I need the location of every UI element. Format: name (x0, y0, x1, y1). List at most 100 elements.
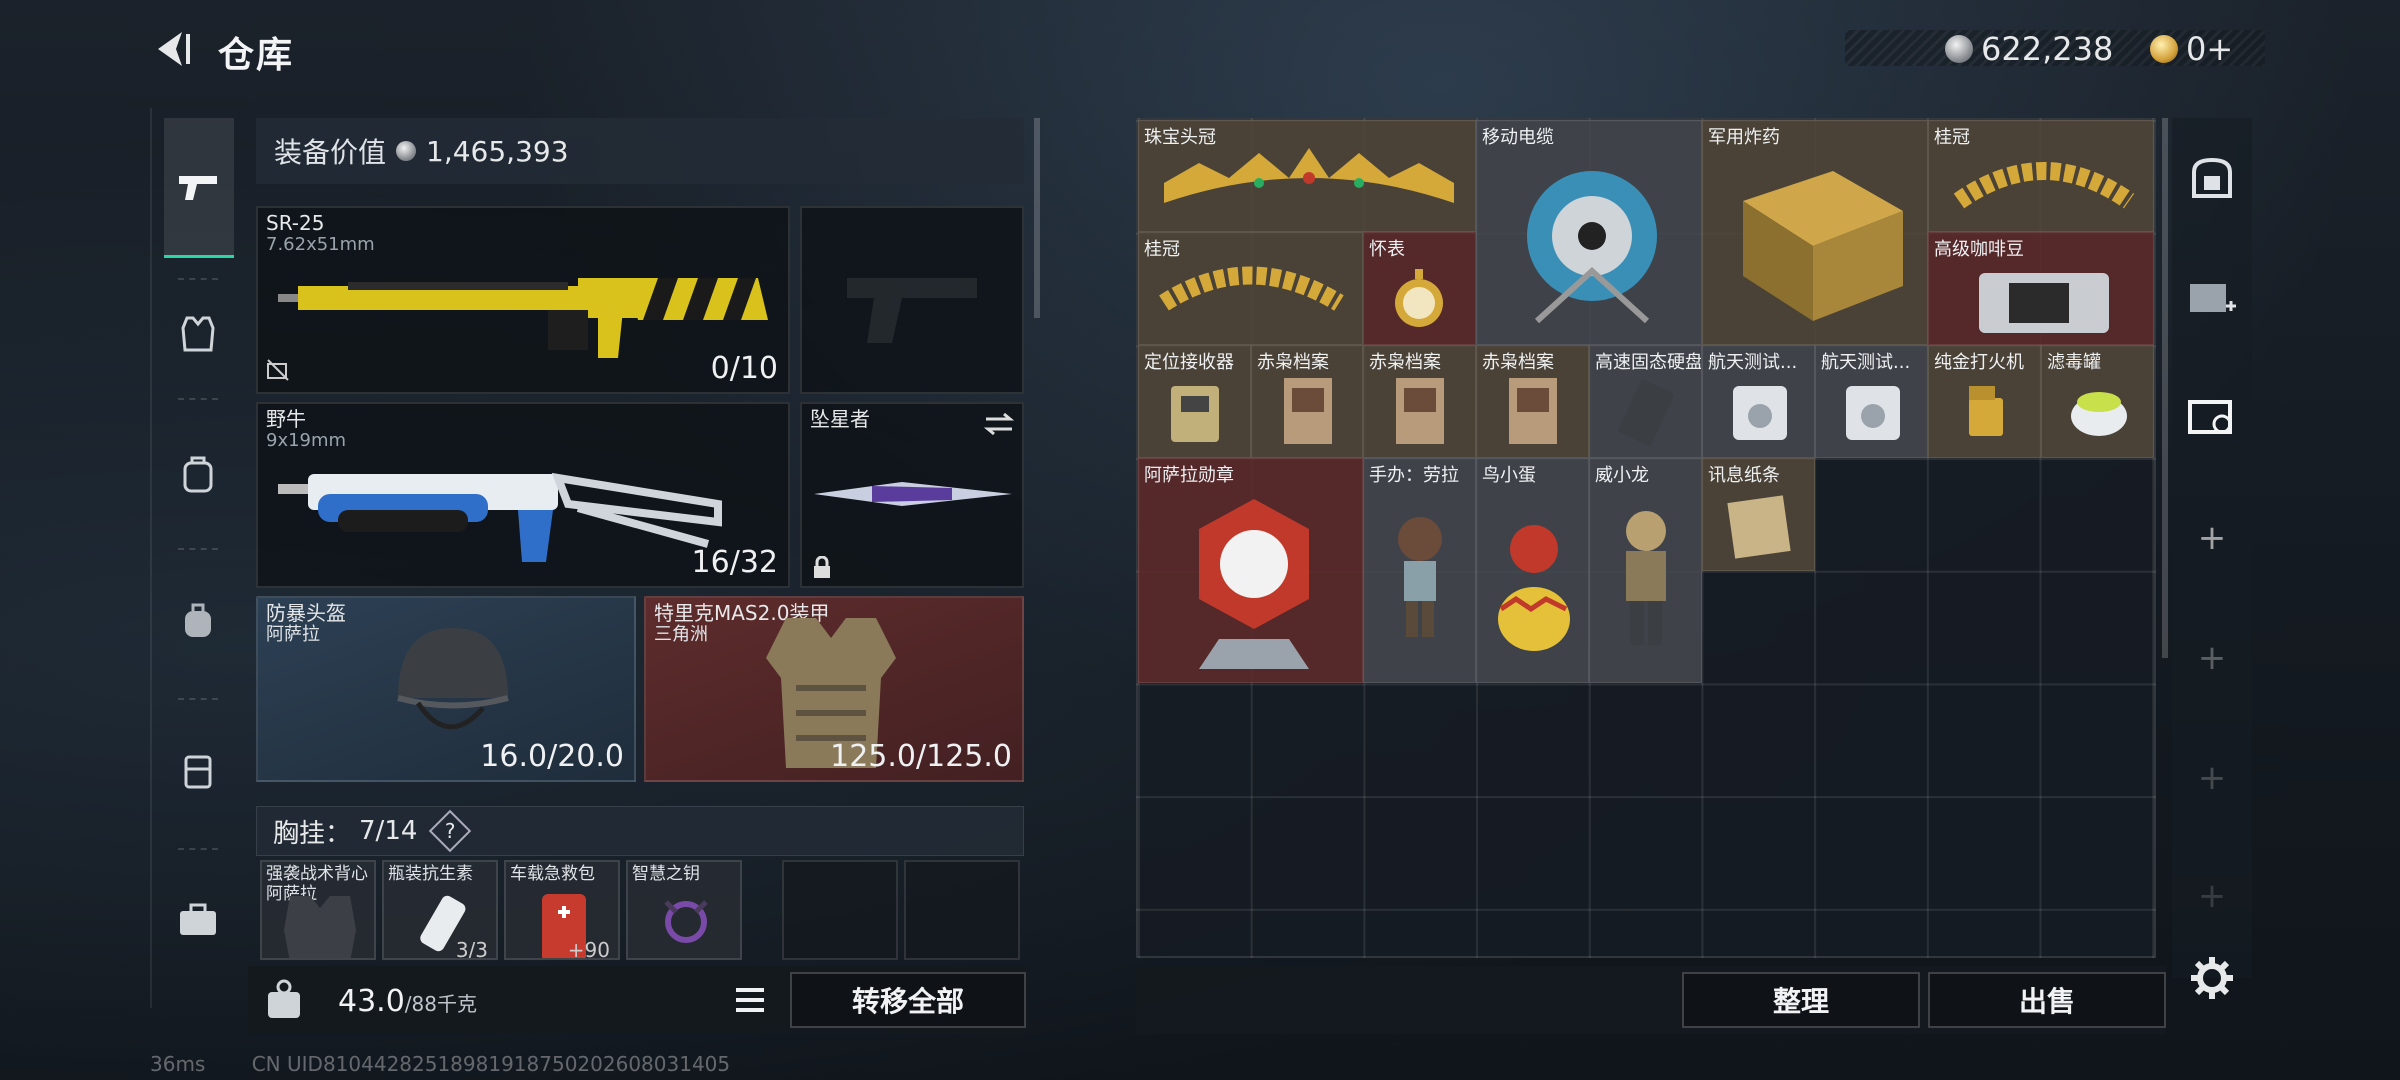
storage-item[interactable]: 珠宝头冠 (1138, 120, 1476, 232)
rig-item-wisdom-key[interactable]: 智慧之钥 (626, 860, 742, 960)
chest-rig-capacity: 7/14 (359, 816, 418, 846)
nav-weapons[interactable] (164, 118, 234, 258)
add-tab-plus-icon[interactable]: + (2180, 506, 2244, 570)
case-search-icon (2188, 400, 2232, 434)
figure-wei-xiaolong-image (1626, 511, 1666, 645)
ssd-image (1618, 379, 1674, 446)
user-id: CN UID8104428251898191875020260803140​5 (251, 1052, 731, 1076)
silver-coin-icon (1945, 35, 1973, 63)
equipment-value: 1,465,393 (426, 134, 569, 168)
storage-item[interactable]: 滤毒罐 (2041, 345, 2154, 458)
key-icon (664, 900, 708, 943)
pouch-icon (185, 603, 211, 637)
silver-coin-icon (396, 141, 417, 161)
storage-item[interactable]: 威小龙 (1589, 458, 1702, 683)
locator-receiver-image (1171, 386, 1219, 442)
primary-weapon-ammo-count: 0/10 (710, 351, 778, 386)
add-tab-plus-icon[interactable]: + (2180, 864, 2244, 928)
dossier-image (1396, 378, 1444, 444)
helmet-sub: 阿萨拉 (266, 624, 320, 645)
armor-slot[interactable]: 特里克MAS2.0装甲 三角洲 125.0/125.0 (644, 596, 1024, 782)
helmet-name: 防暴头盔 (266, 601, 346, 625)
rig-item-antibiotic[interactable]: 瓶装抗生素 3/3 (382, 860, 498, 960)
rig-item-first-aid[interactable]: 车载急救包 +90 (504, 860, 620, 960)
storage-item[interactable]: 军用炸药 (1702, 120, 1928, 345)
sort-button[interactable]: 整理 (1682, 972, 1920, 1028)
back-button[interactable] (148, 26, 194, 72)
storage-item[interactable]: 航天测试... (1815, 345, 1928, 458)
storage-item[interactable]: 鸟小蛋 (1476, 458, 1589, 683)
nav-bag[interactable] (162, 584, 234, 656)
rig-empty-slot[interactable] (782, 860, 898, 960)
nav-backpack[interactable] (162, 438, 234, 510)
settings-button[interactable] (2180, 946, 2244, 1010)
silver-currency[interactable]: 622,238 (1945, 30, 2113, 68)
nav-chest-rig[interactable] (162, 734, 234, 806)
gold-currency[interactable]: 0+ (2150, 30, 2233, 68)
storage-item[interactable]: 赤枭档案 (1251, 345, 1363, 458)
add-tab-plus-icon[interactable]: + (2180, 746, 2244, 810)
tactical-vest-image (284, 896, 356, 958)
status-bar: 36ms CN UID81044282518981918750202608031… (150, 1052, 730, 1076)
melee-slot[interactable]: 坠星者 (800, 402, 1024, 588)
storage-item[interactable]: 移动电缆 (1476, 120, 1702, 345)
chest-rig-label: 胸挂： (273, 818, 352, 849)
weight-icon (262, 978, 306, 1022)
rig-item-vest[interactable]: 强袭战术背心 阿萨拉 (260, 860, 376, 960)
storage-item[interactable]: 桂冠 (1928, 120, 2154, 232)
briefcase-icon (180, 903, 216, 935)
gold-coin-icon (2150, 35, 2178, 63)
storage-item[interactable]: 航天测试... (1702, 345, 1815, 458)
equipment-value-bar: 装备价值 1,465,393 (256, 118, 1024, 184)
storage-tab-safe[interactable] (2180, 146, 2244, 210)
carry-weight: 43.0/88千克 (338, 984, 477, 1019)
storage-item[interactable]: 手办：劳拉 (1363, 458, 1476, 683)
storage-item[interactable]: 赤枭档案 (1363, 345, 1476, 458)
equipment-scrollbar[interactable] (1034, 118, 1040, 318)
gear-icon (2191, 957, 2233, 999)
bizon-smg-image (278, 472, 722, 562)
storage-tab-add-container[interactable] (2180, 266, 2244, 330)
storage-grid[interactable]: 珠宝头冠 移动电缆 军用炸药 桂冠 桂冠 怀表 高级咖啡豆 定位接收器 赤枭档案… (1136, 118, 2156, 958)
jeweled-crown-image (1164, 148, 1454, 203)
silver-amount: 622,238 (1981, 30, 2114, 68)
swap-icon[interactable] (984, 412, 1014, 436)
primary-weapon-slot[interactable]: SR-25 7.62x51mm 0/10 (256, 206, 790, 394)
ping: 36ms (150, 1052, 206, 1076)
storage-item[interactable]: 纯金打火机 (1928, 345, 2041, 458)
storage-item[interactable]: 赤枭档案 (1476, 345, 1589, 458)
riot-helmet-image (397, 628, 509, 730)
laurel-crown-image (1953, 162, 2135, 209)
nav-armor[interactable] (162, 298, 234, 370)
secondary-weapon-slot[interactable]: 野牛 9x19mm 16/32 (256, 402, 790, 588)
storage-tab-active[interactable] (2180, 384, 2244, 448)
nav-toolkit[interactable] (162, 884, 234, 956)
melee-name: 坠星者 (810, 407, 870, 431)
storage-item[interactable]: 定位接收器 (1138, 345, 1251, 458)
storage-item[interactable]: 讯息纸条 (1702, 458, 1815, 571)
storage-item[interactable]: 桂冠 (1138, 232, 1363, 345)
help-button[interactable]: ? (429, 809, 472, 853)
sell-button[interactable]: 出售 (1928, 972, 2166, 1028)
rig-empty-slot[interactable] (904, 860, 1020, 960)
coffee-beans-image (1979, 273, 2109, 333)
cable-reel-image (1527, 171, 1657, 324)
pistol-slot[interactable] (800, 206, 1024, 394)
helmet-slot[interactable]: 防暴头盔 阿萨拉 16.0/20.0 (256, 596, 636, 782)
storage-item[interactable]: 怀表 (1363, 232, 1476, 345)
medal-image (1199, 499, 1309, 669)
equipment-value-label: 装备价值 (274, 136, 387, 169)
transfer-all-button[interactable]: 转移全部 (790, 972, 1026, 1028)
safe-box-icon (2192, 157, 2232, 198)
list-view-button[interactable] (730, 982, 770, 1018)
add-tab-plus-icon[interactable]: + (2180, 626, 2244, 690)
figure-lara-image (1398, 517, 1442, 637)
sr25-rifle-image (278, 278, 768, 358)
chest-rig-header: 胸挂： 7/14 ? (256, 806, 1024, 856)
storage-item[interactable]: 高速固态硬盘 (1589, 345, 1702, 458)
category-nav (150, 108, 242, 1008)
storage-scrollbar[interactable] (2162, 118, 2168, 658)
storage-item[interactable]: 阿萨拉勋章 (1138, 458, 1363, 683)
storage-item[interactable]: 高级咖啡豆 (1928, 232, 2154, 345)
gold-lighter-image (1969, 386, 2003, 436)
